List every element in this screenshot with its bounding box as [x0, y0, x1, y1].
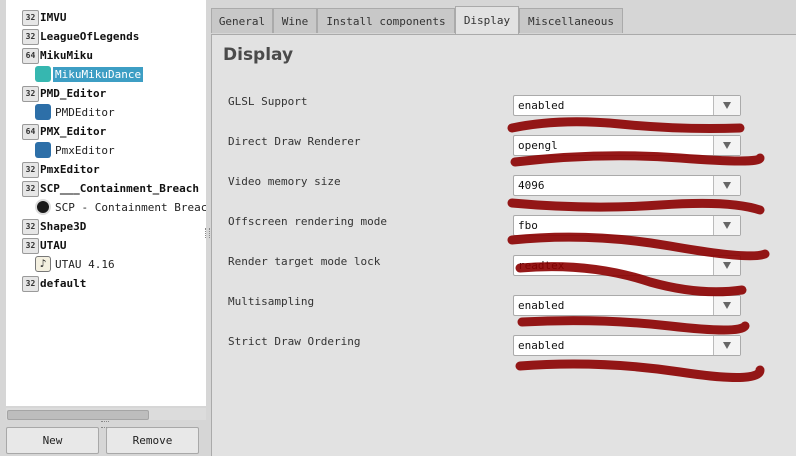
- tree-app-item[interactable]: SCP - Containment Breach: [6, 198, 206, 217]
- dropdown-toggle[interactable]: [713, 256, 740, 275]
- dropdown-toggle[interactable]: [713, 336, 740, 355]
- tree-item-label: UTAU 4.16: [55, 258, 115, 271]
- pmd-editor-icon: [35, 104, 51, 120]
- setting-label: Direct Draw Renderer: [228, 135, 361, 148]
- arch-badge-icon: 32: [22, 10, 39, 26]
- tree-item-label: UTAU: [40, 239, 67, 252]
- setting-label: GLSL Support: [228, 95, 308, 108]
- tab-display[interactable]: Display: [455, 6, 519, 34]
- tree-prefix-item[interactable]: 32 LeagueOfLegends: [6, 27, 206, 46]
- display-settings-panel: Display GLSL Support enabled Direct Draw R…: [211, 34, 796, 456]
- dropdown-toggle[interactable]: [713, 96, 740, 115]
- tree-item-label: PMDEditor: [55, 106, 115, 119]
- dropdown-value: 4096: [518, 179, 545, 192]
- setting-dropdown[interactable]: enabled: [513, 335, 741, 356]
- tree-item-label: PMD_Editor: [40, 87, 107, 100]
- arch-badge-icon: 64: [22, 124, 39, 140]
- tree-app-item[interactable]: PmxEditor: [6, 141, 206, 160]
- scrollbar-thumb[interactable]: [7, 410, 149, 420]
- tree-item-label: IMVU: [40, 11, 67, 24]
- tab-wine[interactable]: Wine: [273, 8, 317, 33]
- tab-miscellaneous[interactable]: Miscellaneous: [519, 8, 623, 33]
- chevron-down-icon: [723, 222, 731, 229]
- arch-badge-icon: 32: [22, 181, 39, 197]
- tree-prefix-item[interactable]: 64 PMX_Editor: [6, 122, 206, 141]
- dropdown-value: fbo: [518, 219, 538, 232]
- tree-prefix-item[interactable]: 64 MikuMiku: [6, 46, 206, 65]
- pmx-editor-icon: [35, 142, 51, 158]
- tab-general[interactable]: General: [211, 8, 273, 33]
- setting-label: Multisampling: [228, 295, 315, 308]
- new-button[interactable]: New: [6, 427, 99, 454]
- arch-badge-icon: 32: [22, 219, 39, 235]
- setting-label: Strict Draw Ordering: [228, 335, 361, 348]
- tree-prefix-item[interactable]: 32 PMD_Editor: [6, 84, 206, 103]
- dropdown-value: enabled: [518, 99, 565, 112]
- tree-item-label: default: [40, 277, 87, 290]
- scp-logo-icon: [35, 199, 51, 215]
- tree-app-item[interactable]: ♪ UTAU 4.16: [6, 255, 206, 274]
- prefix-sidebar: 32 IMVU 32 LeagueOfLegends 64 MikuMiku MikuMik…: [0, 0, 207, 456]
- remove-button[interactable]: Remove: [106, 427, 199, 454]
- tab-install-components[interactable]: Install components: [317, 8, 455, 33]
- dropdown-toggle[interactable]: [713, 136, 740, 155]
- setting-label: Video memory size: [228, 175, 341, 188]
- setting-dropdown[interactable]: opengl: [513, 135, 741, 156]
- chevron-down-icon: [723, 342, 731, 349]
- setting-dropdown[interactable]: 4096: [513, 175, 741, 196]
- tree-prefix-item[interactable]: 32 Shape3D: [6, 217, 206, 236]
- arch-badge-icon: 64: [22, 48, 39, 64]
- tree-item-label: PmxEditor: [40, 163, 100, 176]
- tree-app-item[interactable]: PMDEditor: [6, 103, 206, 122]
- dropdown-toggle[interactable]: [713, 296, 740, 315]
- chevron-down-icon: [723, 182, 731, 189]
- chevron-down-icon: [723, 262, 731, 269]
- tree-item-label: SCP - Containment Breach: [55, 201, 206, 214]
- arch-badge-icon: 32: [22, 86, 39, 102]
- tree-prefix-item[interactable]: 32 default: [6, 274, 206, 293]
- pane-splitter-handle[interactable]: [205, 228, 210, 238]
- tree-horizontal-scrollbar[interactable]: [6, 408, 206, 420]
- arch-badge-icon: 32: [22, 29, 39, 45]
- tree-item-label: SCP___Containment_Breach: [40, 182, 199, 195]
- tree-prefix-item[interactable]: 32 IMVU: [6, 8, 206, 27]
- miku-character-icon: [35, 66, 51, 82]
- arch-badge-icon: 32: [22, 162, 39, 178]
- tree-item-label: MikuMikuDance: [53, 67, 144, 82]
- utau-music-note-icon: ♪: [35, 256, 51, 272]
- dropdown-value: enabled: [518, 299, 565, 312]
- tree-prefix-item[interactable]: 32 PmxEditor: [6, 160, 206, 179]
- chevron-down-icon: [723, 302, 731, 309]
- tree-item-label: PmxEditor: [55, 144, 115, 157]
- tree-item-label: Shape3D: [40, 220, 87, 233]
- dropdown-value: readtex: [518, 259, 565, 272]
- tree-item-label: LeagueOfLegends: [40, 30, 140, 43]
- dropdown-value: opengl: [518, 139, 558, 152]
- setting-dropdown[interactable]: fbo: [513, 215, 741, 236]
- tree-prefix-item[interactable]: 32 UTAU: [6, 236, 206, 255]
- arch-badge-icon: 32: [22, 238, 39, 254]
- setting-label: Offscreen rendering mode: [228, 215, 387, 228]
- chevron-down-icon: [723, 142, 731, 149]
- arch-badge-icon: 32: [22, 276, 39, 292]
- prefix-tree[interactable]: 32 IMVU 32 LeagueOfLegends 64 MikuMiku MikuMik…: [6, 0, 206, 406]
- setting-label: Render target mode lock: [228, 255, 381, 268]
- dropdown-value: enabled: [518, 339, 565, 352]
- tree-app-item[interactable]: MikuMikuDance: [6, 65, 206, 84]
- setting-dropdown[interactable]: enabled: [513, 295, 741, 316]
- tree-item-label: PMX_Editor: [40, 125, 107, 138]
- page-title: Display: [223, 45, 294, 65]
- dropdown-toggle[interactable]: [713, 216, 740, 235]
- dropdown-toggle[interactable]: [713, 176, 740, 195]
- tree-prefix-item[interactable]: 32 SCP___Containment_Breach: [6, 179, 206, 198]
- chevron-down-icon: [723, 102, 731, 109]
- setting-dropdown[interactable]: enabled: [513, 95, 741, 116]
- tree-item-label: MikuMiku: [40, 49, 93, 62]
- setting-dropdown[interactable]: readtex: [513, 255, 741, 276]
